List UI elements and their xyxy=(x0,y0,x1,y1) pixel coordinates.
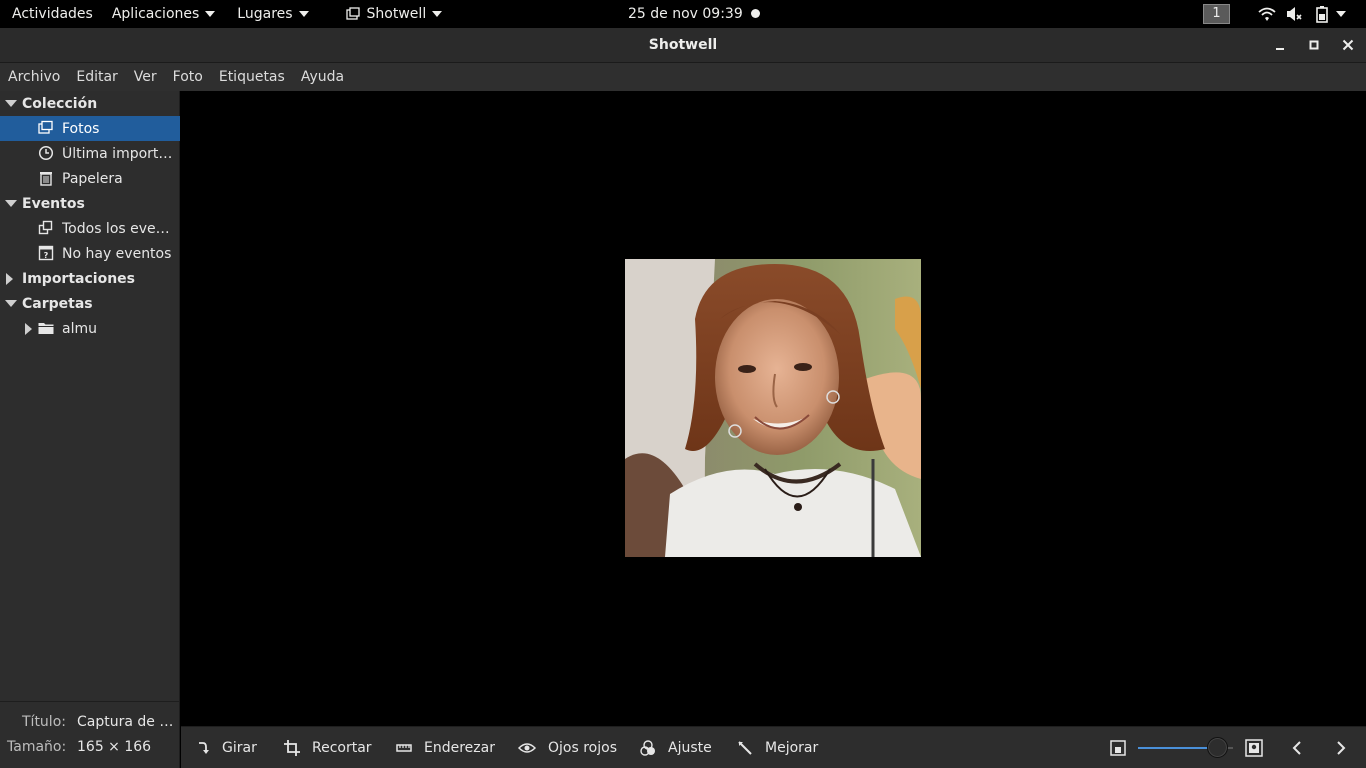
window-title: Shotwell xyxy=(648,37,718,53)
app-menu[interactable]: Shotwell xyxy=(321,0,455,28)
places-label: Lugares xyxy=(237,6,293,22)
photos-icon xyxy=(38,120,53,134)
battery-icon[interactable] xyxy=(1313,5,1331,23)
sidebar: Colección Fotos Última importa… Papelera… xyxy=(0,91,180,701)
expander-right-icon[interactable] xyxy=(25,323,32,335)
sidebar-header-folders[interactable]: Carpetas xyxy=(0,291,180,316)
volume-muted-icon[interactable] xyxy=(1285,5,1303,23)
size-value: 165 × 166 xyxy=(77,739,152,755)
svg-text:?: ? xyxy=(44,251,49,260)
adjust-icon xyxy=(640,740,655,756)
expander-down-icon[interactable] xyxy=(5,300,17,307)
enhance-button[interactable]: Mejorar xyxy=(737,727,818,768)
places-menu[interactable]: Lugares xyxy=(227,0,320,28)
menu-bar: Archivo Editar Ver Foto Etiquetas Ayuda xyxy=(0,63,1366,91)
title-value: Captura de pa… xyxy=(77,714,177,730)
rotate-icon xyxy=(199,742,209,754)
chevron-down-icon xyxy=(432,11,443,17)
photo-info-panel: Título: Captura de pa… Tamaño: 165 × 166 xyxy=(0,701,180,768)
zoom-out-icon[interactable] xyxy=(1110,740,1126,756)
menu-etiquetas[interactable]: Etiquetas xyxy=(211,63,293,91)
maximize-icon[interactable] xyxy=(1305,36,1323,54)
shotwell-app-icon xyxy=(345,7,360,20)
expander-right-icon[interactable] xyxy=(6,273,13,285)
menu-editar[interactable]: Editar xyxy=(68,63,125,91)
sidebar-item-all-events[interactable]: Todos los event… xyxy=(0,216,180,241)
window-titlebar: Shotwell xyxy=(0,28,1366,63)
photo-viewer[interactable] xyxy=(181,91,1366,726)
eye-icon xyxy=(518,743,536,753)
chevron-down-icon xyxy=(205,11,216,17)
size-label: Tamaño: xyxy=(7,739,67,755)
chevron-down-icon xyxy=(298,11,309,17)
sidebar-item-last-import[interactable]: Última importa… xyxy=(0,141,180,166)
applications-menu[interactable]: Aplicaciones xyxy=(105,0,227,28)
magic-wand-icon xyxy=(738,741,752,755)
crop-icon xyxy=(284,740,300,756)
edit-toolbar: Girar Recortar Enderezar Ojos rojos Ajus… xyxy=(181,726,1366,768)
trash-icon xyxy=(40,172,52,186)
menu-ver[interactable]: Ver xyxy=(126,63,165,91)
minimize-icon[interactable] xyxy=(1271,36,1289,54)
previous-photo-icon[interactable] xyxy=(1289,740,1305,756)
red-eye-button[interactable]: Ojos rojos xyxy=(518,727,617,768)
sidebar-item-trash[interactable]: Papelera xyxy=(0,166,180,191)
notification-dot xyxy=(751,9,760,18)
zoom-slider-handle[interactable] xyxy=(1207,737,1228,758)
rotate-button[interactable]: Girar xyxy=(196,727,257,768)
sidebar-item-folder-almu[interactable]: almu xyxy=(0,316,180,341)
photo-portrait[interactable] xyxy=(625,259,921,557)
wifi-icon[interactable] xyxy=(1258,5,1276,23)
expander-down-icon[interactable] xyxy=(5,100,17,107)
system-menu-chevron-icon[interactable] xyxy=(1336,11,1346,17)
crop-button[interactable]: Recortar xyxy=(284,727,372,768)
next-photo-icon[interactable] xyxy=(1333,740,1349,756)
adjust-button[interactable]: Ajuste xyxy=(640,727,712,768)
app-menu-label: Shotwell xyxy=(366,6,427,22)
zoom-in-icon[interactable] xyxy=(1245,739,1263,757)
title-label: Título: xyxy=(22,714,66,730)
folder-icon xyxy=(38,323,54,334)
menu-ayuda[interactable]: Ayuda xyxy=(293,63,352,91)
workspace-indicator[interactable]: 1 xyxy=(1203,4,1230,24)
sidebar-header-events[interactable]: Eventos xyxy=(0,191,180,216)
calendar-question-icon: ? xyxy=(38,245,54,261)
menu-archivo[interactable]: Archivo xyxy=(0,63,68,91)
close-icon[interactable] xyxy=(1339,36,1357,54)
events-icon xyxy=(38,220,53,235)
sidebar-header-imports[interactable]: Importaciones xyxy=(0,266,180,291)
sidebar-item-no-events[interactable]: ? No hay eventos xyxy=(0,241,180,266)
sidebar-item-photos[interactable]: Fotos xyxy=(0,116,180,141)
expander-down-icon[interactable] xyxy=(5,200,17,207)
activities-button[interactable]: Actividades xyxy=(0,0,105,28)
clock[interactable]: 25 de nov 09:39 xyxy=(628,0,743,28)
ruler-icon xyxy=(396,744,412,752)
clock-icon xyxy=(38,145,54,161)
menu-foto[interactable]: Foto xyxy=(165,63,211,91)
sidebar-header-collection[interactable]: Colección xyxy=(0,91,180,116)
straighten-button[interactable]: Enderezar xyxy=(396,727,495,768)
applications-label: Aplicaciones xyxy=(111,6,200,22)
